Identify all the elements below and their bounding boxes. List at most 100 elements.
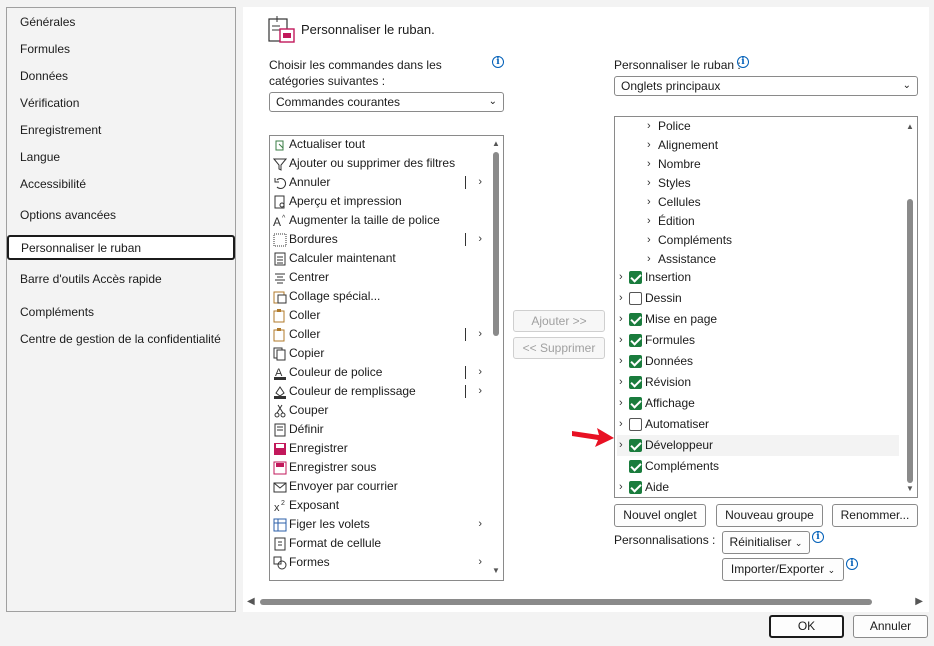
commands-source-combo[interactable]: Commandes courantes ⌄ (269, 92, 504, 112)
command-item[interactable]: Copier (270, 344, 488, 363)
command-item[interactable]: Aperçu et impression (270, 192, 488, 211)
ribbon-tab-item[interactable]: › Développeur (617, 435, 899, 456)
tab-checkbox[interactable] (629, 376, 642, 389)
ribbon-tab-item[interactable]: › Insertion (617, 267, 899, 288)
scroll-left-icon[interactable]: ◀ (247, 596, 255, 607)
chevron-right-icon[interactable]: › (647, 230, 651, 251)
nav-item-enregistrement[interactable]: Enregistrement (20, 123, 101, 137)
ribbon-tab-item[interactable]: › Formules (617, 330, 899, 351)
command-item[interactable]: A Couleur de police › (270, 363, 488, 382)
chevron-right-icon[interactable]: › (619, 393, 623, 414)
new-group-button[interactable]: Nouveau groupe (716, 504, 823, 527)
chevron-right-icon[interactable]: › (619, 435, 623, 456)
command-item[interactable]: Figer les volets › (270, 515, 488, 534)
ribbon-tab-item[interactable]: › Mise en page (617, 309, 899, 330)
info-icon[interactable]: i (846, 558, 858, 570)
info-icon[interactable]: i (737, 56, 749, 68)
command-item[interactable]: x 2 Exposant (270, 496, 488, 515)
cancel-button[interactable]: Annuler (853, 615, 928, 638)
command-item[interactable]: Calculer maintenant (270, 249, 488, 268)
new-tab-button[interactable]: Nouvel onglet (614, 504, 706, 527)
command-item[interactable]: Envoyer par courrier (270, 477, 488, 496)
command-item[interactable]: Ajouter ou supprimer des filtres (270, 154, 488, 173)
nav-item-complements[interactable]: Compléments (20, 305, 94, 319)
scroll-right-icon[interactable]: ▶ (915, 596, 923, 607)
command-item[interactable]: Définir (270, 420, 488, 439)
command-item[interactable]: Annuler › (270, 173, 488, 192)
chevron-right-icon[interactable]: › (647, 211, 651, 232)
scroll-down-icon[interactable]: ▼ (491, 566, 501, 575)
chevron-right-icon[interactable]: › (619, 288, 623, 309)
remove-button[interactable]: << Supprimer (513, 337, 605, 359)
command-item[interactable]: Bordures › (270, 230, 488, 249)
horizontal-scrollbar[interactable]: ◀ ▶ (245, 595, 925, 609)
command-item[interactable]: A ^ Augmenter la taille de police (270, 211, 488, 230)
command-item[interactable]: Coller › (270, 325, 488, 344)
ribbon-tabs-combo[interactable]: Onglets principaux ⌄ (614, 76, 918, 96)
ribbon-tab-item[interactable]: › Données (617, 351, 899, 372)
tab-checkbox[interactable] (629, 418, 642, 431)
info-icon[interactable]: i (492, 56, 504, 68)
command-item[interactable]: Formes › (270, 553, 488, 572)
chevron-right-icon[interactable]: › (619, 477, 623, 497)
chevron-right-icon[interactable]: › (619, 330, 623, 351)
tab-checkbox[interactable] (629, 397, 642, 410)
command-item[interactable]: Collage spécial... (270, 287, 488, 306)
command-item[interactable]: Centrer (270, 268, 488, 287)
chevron-right-icon[interactable]: › (619, 351, 623, 372)
ribbon-tab-item[interactable]: Compléments (617, 456, 899, 477)
scroll-down-icon[interactable]: ▼ (905, 484, 915, 493)
horizontal-scroll-thumb[interactable] (260, 599, 872, 605)
chevron-right-icon[interactable]: › (647, 154, 651, 175)
nav-item-formules[interactable]: Formules (20, 42, 70, 56)
nav-item-generales[interactable]: Générales (20, 15, 75, 29)
command-item[interactable]: Format de cellule (270, 534, 488, 553)
command-item[interactable]: Couleur de remplissage › (270, 382, 488, 401)
chevron-right-icon[interactable]: › (647, 117, 651, 137)
ribbon-tree[interactable]: › Police › Alignement › Nombre › Styles › Cellule… (614, 116, 918, 498)
nav-item-barre-outils[interactable]: Barre d'outils Accès rapide (20, 272, 162, 286)
chevron-right-icon[interactable]: › (619, 309, 623, 330)
commands-list[interactable]: Actualiser tout Ajouter ou supprimer des … (269, 135, 504, 581)
ribbon-tab-item[interactable]: › Révision (617, 372, 899, 393)
nav-item-langue[interactable]: Langue (20, 150, 60, 164)
tab-checkbox[interactable] (629, 313, 642, 326)
scroll-up-icon[interactable]: ▲ (491, 139, 501, 148)
ok-button[interactable]: OK (769, 615, 844, 638)
import-export-button[interactable]: Importer/Exporter ⌄ (722, 558, 844, 581)
chevron-right-icon[interactable]: › (647, 135, 651, 156)
nav-item-verification[interactable]: Vérification (20, 96, 79, 110)
chevron-right-icon[interactable]: › (619, 267, 623, 288)
ribbon-scroll-thumb[interactable] (907, 199, 913, 483)
tab-checkbox[interactable] (629, 460, 642, 473)
nav-item-centre-confidentialite[interactable]: Centre de gestion de la confidentialité (20, 332, 221, 346)
rename-button[interactable]: Renommer... (832, 504, 918, 527)
command-item[interactable]: Couper (270, 401, 488, 420)
tab-checkbox[interactable] (629, 292, 642, 305)
chevron-right-icon[interactable]: › (619, 372, 623, 393)
nav-item-options-avancees[interactable]: Options avancées (20, 208, 116, 222)
tab-checkbox[interactable] (629, 355, 642, 368)
nav-item-accessibilite[interactable]: Accessibilité (20, 177, 86, 191)
command-item[interactable]: Actualiser tout (270, 136, 488, 154)
add-button[interactable]: Ajouter >> (513, 310, 605, 332)
ribbon-tab-item[interactable]: › Aide (617, 477, 899, 497)
command-item[interactable]: Enregistrer (270, 439, 488, 458)
commands-scrollbar[interactable]: ▲ ▼ (491, 136, 501, 580)
chevron-right-icon[interactable]: › (619, 414, 623, 435)
command-item[interactable]: Coller (270, 306, 488, 325)
commands-scroll-thumb[interactable] (493, 152, 499, 336)
tab-checkbox[interactable] (629, 439, 642, 452)
ribbon-tab-item[interactable]: › Automatiser (617, 414, 899, 435)
tab-checkbox[interactable] (629, 334, 642, 347)
info-icon[interactable]: i (812, 531, 824, 543)
reset-button[interactable]: Réinitialiser ⌄ (722, 531, 810, 554)
ribbon-tab-item[interactable]: › Affichage (617, 393, 899, 414)
scroll-up-icon[interactable]: ▲ (905, 122, 915, 131)
chevron-right-icon[interactable]: › (647, 192, 651, 213)
ribbon-scrollbar[interactable]: ▲ ▼ (905, 117, 915, 497)
command-item[interactable]: Enregistrer sous (270, 458, 488, 477)
tab-checkbox[interactable] (629, 271, 642, 284)
nav-item-personnaliser-ruban[interactable]: Personnaliser le ruban (7, 235, 235, 260)
chevron-right-icon[interactable]: › (647, 173, 651, 194)
